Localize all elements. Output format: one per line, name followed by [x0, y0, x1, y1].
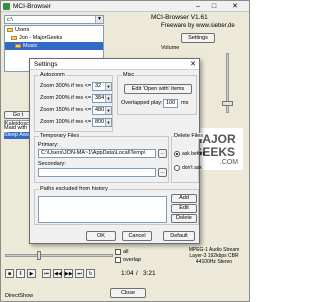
delete-files-group: Delete Files ask before don't ask: [171, 133, 205, 183]
time-duration: 3:21: [143, 270, 156, 277]
temp-files-group: Temporary Files Primary: C:\Users\JON-MA…: [34, 133, 169, 183]
volume-label: Volume: [161, 45, 180, 51]
chevron-down-icon: ▼: [105, 83, 111, 90]
forward-button[interactable]: ▶▶: [64, 269, 73, 278]
edit-path-button[interactable]: Edit: [171, 204, 197, 213]
dialog-title: Settings: [34, 61, 58, 68]
default-button[interactable]: Default: [163, 231, 195, 241]
drive-select[interactable]: c:\ ▼: [4, 15, 104, 24]
minimize-button[interactable]: –: [191, 2, 205, 11]
folder-icon: [11, 35, 17, 40]
paths-label: Paths excluded from history: [39, 186, 109, 192]
chevron-down-icon: ▼: [105, 107, 111, 114]
zoom-rule-label: Zoom 200% if res <=: [40, 95, 92, 101]
ask-before-label: ask before: [182, 151, 206, 157]
overlapped-play-label: Overlapped play:: [121, 100, 163, 106]
zoom-150-select[interactable]: 480 ▼: [92, 106, 112, 115]
all-label: all: [123, 249, 129, 255]
overlapped-play-input[interactable]: 100: [163, 99, 178, 108]
overlapped-unit: ms: [181, 100, 189, 106]
title-bar: MCI-Browser – □ ✕: [1, 1, 249, 12]
drive-value: c:\: [7, 17, 13, 23]
previous-button[interactable]: ⏮: [42, 269, 51, 278]
ask-before-radio[interactable]: [174, 151, 180, 157]
zoom-rule-label: Zoom 100% if res <=: [40, 119, 92, 125]
freeware-label: Freeware by www.sieber.de: [161, 23, 235, 29]
zoom-100-select[interactable]: 800 ▼: [92, 118, 112, 127]
dont-ask-radio[interactable]: [174, 165, 180, 171]
secondary-label: Secondary:: [38, 161, 66, 167]
tree-item[interactable]: Jon - MajorGeeks: [5, 34, 103, 42]
seek-thumb[interactable]: [37, 251, 41, 260]
misc-label: Misc: [122, 72, 136, 78]
volume-slider-thumb[interactable]: [222, 101, 233, 106]
folder-icon: [15, 43, 21, 48]
overlap-label: overlap: [123, 257, 142, 263]
settings-button[interactable]: Settings: [181, 33, 215, 43]
next-button[interactable]: ⏭: [75, 269, 84, 278]
stream-samplerate: 44100Hz Stereo: [195, 259, 233, 265]
chevron-down-icon[interactable]: ▼: [95, 16, 103, 23]
window-title: MCI-Browser: [13, 3, 51, 10]
dont-ask-label: don't ask: [182, 165, 202, 171]
temp-files-label: Temporary Files: [39, 133, 81, 139]
chevron-down-icon: ▼: [105, 95, 111, 102]
zoom-rule-label: Zoom 150% if res <=: [40, 107, 92, 113]
time-separator: /: [136, 270, 138, 277]
chevron-down-icon: ▼: [105, 119, 111, 126]
add-path-button[interactable]: Add: [171, 194, 197, 203]
secondary-path-input[interactable]: [38, 168, 156, 177]
primary-label: Primary:: [38, 142, 59, 148]
zoom-300-select[interactable]: 32 ▼: [92, 82, 112, 91]
all-checkbox[interactable]: [115, 249, 121, 255]
autozoom-label: Autozoom: [39, 72, 66, 78]
pause-button[interactable]: ‖: [16, 269, 25, 278]
folder-icon: [7, 27, 13, 32]
rewind-button[interactable]: ◀◀: [53, 269, 62, 278]
browse-secondary-button[interactable]: ...: [158, 168, 167, 177]
close-button[interactable]: ✕: [223, 2, 247, 11]
app-icon: [3, 3, 10, 10]
maximize-button[interactable]: □: [207, 2, 221, 11]
time-position: 1:04: [121, 270, 134, 277]
close-player-button[interactable]: Close: [110, 288, 146, 298]
stop-button[interactable]: ■: [5, 269, 14, 278]
repeat-button[interactable]: ↻: [86, 269, 95, 278]
version-label: MCI-Browser V1.61: [151, 14, 208, 21]
zoom-rule-label: Zoom 300% if res <=: [40, 83, 92, 89]
delete-path-button[interactable]: Delete: [171, 214, 197, 223]
seek-track[interactable]: [5, 254, 113, 257]
play-button[interactable]: ▶: [27, 269, 36, 278]
mci-browser-window: MCI-Browser – □ ✕ c:\ ▼ Users Jon - Majo…: [0, 0, 250, 302]
browse-primary-button[interactable]: ...: [158, 149, 167, 158]
misc-group: Misc Edit 'Open with' items Overlapped p…: [117, 72, 197, 115]
svg-text:.COM: .COM: [220, 159, 238, 166]
excluded-paths-list[interactable]: [38, 196, 167, 223]
delete-files-label: Delete Files: [173, 133, 205, 139]
primary-path-input[interactable]: C:\Users\JON-MA~1\AppData\Local\Temp\: [38, 149, 156, 158]
dialog-close-button[interactable]: ✕: [190, 60, 196, 68]
zoom-200-select[interactable]: 384 ▼: [92, 94, 112, 103]
go-button[interactable]: Go t: [4, 111, 32, 119]
tree-item[interactable]: Users: [5, 26, 103, 34]
stream-info: MPEG-1 Audio Stream Layer-3 192kbps CBR …: [181, 247, 247, 265]
tree-item-selected[interactable]: Music: [5, 42, 103, 50]
dialog-title-bar: Settings ✕: [30, 59, 199, 70]
edit-open-with-button[interactable]: Edit 'Open with' items: [124, 84, 192, 94]
overlap-checkbox[interactable]: [115, 257, 121, 263]
autozoom-group: Autozoom Zoom 300% if res <= 32 ▼ Zoom 20…: [34, 72, 113, 132]
engine-label: DirectShow: [5, 293, 34, 299]
ok-button[interactable]: OK: [86, 231, 116, 241]
cancel-button[interactable]: Cancel: [122, 231, 152, 241]
settings-dialog: Settings ✕ Autozoom Zoom 300% if res <= …: [29, 58, 205, 244]
paths-group: Paths excluded from history Add Edit Del…: [34, 186, 199, 225]
